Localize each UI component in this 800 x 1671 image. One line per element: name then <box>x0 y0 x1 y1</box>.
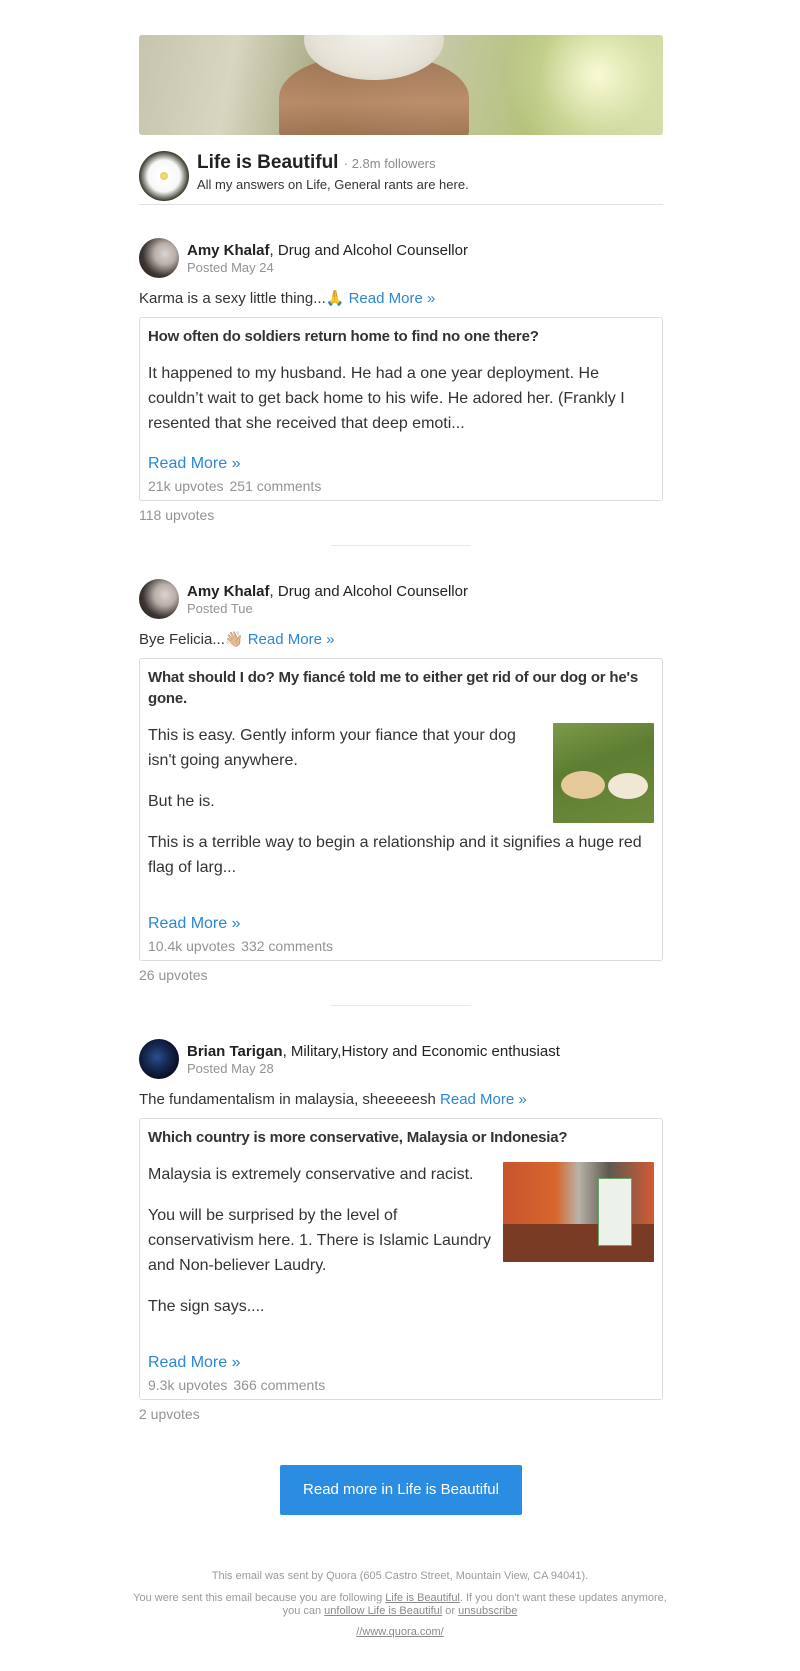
dogs-photo-thumbnail[interactable] <box>553 723 654 823</box>
avatar[interactable] <box>139 238 179 278</box>
read-more-link[interactable]: Read More » <box>148 455 654 473</box>
space-description: All my answers on Life, General rants ar… <box>197 177 469 192</box>
share-upvotes: 26 upvotes <box>139 967 208 983</box>
read-more-in-space-button[interactable]: Read more in Life is Beautiful <box>280 1465 522 1515</box>
teaser-text: The fundamentalism in malaysia, sheeeees… <box>139 1091 436 1108</box>
story-card: Brian Tarigan, Military,History and Econ… <box>139 1039 663 1422</box>
answer-comments: 366 comments <box>233 1377 326 1393</box>
space-avatar[interactable] <box>139 151 189 201</box>
answer-card[interactable]: What should I do? My fiancé told me to e… <box>139 658 663 961</box>
posted-date: Posted May 28 <box>187 1061 274 1076</box>
share-upvotes: 118 upvotes <box>139 507 215 523</box>
posted-date: Posted May 24 <box>187 260 274 275</box>
space-banner-image[interactable] <box>139 35 663 135</box>
answer-body: This is easy. Gently inform your fiance … <box>148 723 654 896</box>
author-row: Amy Khalaf, Drug and Alcohol Counsellor … <box>139 238 663 280</box>
space-header: Life is Beautiful · 2.8m followers All m… <box>139 135 663 205</box>
share-teaser: Bye Felicia...👋🏼 Read More » <box>139 630 663 650</box>
teaser-read-more-link[interactable]: Read More » <box>349 290 436 307</box>
footer-reason-text: You were sent this email because you are… <box>133 1592 386 1604</box>
author-line: Brian Tarigan, Military,History and Econ… <box>187 1043 560 1060</box>
space-title[interactable]: Life is Beautiful · 2.8m followers <box>197 152 436 174</box>
teaser-text: Karma is a sexy little thing...🙏 <box>139 290 345 307</box>
footer-site: //www.quora.com/ <box>130 1626 670 1639</box>
email-content: Life is Beautiful · 2.8m followers All m… <box>139 35 663 1515</box>
answer-upvotes: 10.4k upvotes <box>148 938 236 954</box>
teaser-read-more-link[interactable]: Read More » <box>440 1091 527 1108</box>
question-title[interactable]: What should I do? My fiancé told me to e… <box>148 667 654 709</box>
author-line: Amy Khalaf, Drug and Alcohol Counsellor <box>187 583 468 600</box>
answer-comments: 251 comments <box>229 478 322 494</box>
footer-reason: You were sent this email because you are… <box>130 1592 670 1618</box>
read-more-link[interactable]: Read More » <box>148 1354 654 1372</box>
divider <box>331 1005 471 1006</box>
author-row: Amy Khalaf, Drug and Alcohol Counsellor … <box>139 579 663 621</box>
share-teaser: The fundamentalism in malaysia, sheeeees… <box>139 1090 663 1110</box>
avatar[interactable] <box>139 1039 179 1079</box>
teaser-read-more-link[interactable]: Read More » <box>248 631 335 648</box>
question-title[interactable]: How often do soldiers return home to fin… <box>148 326 654 347</box>
answer-upvotes: 21k upvotes <box>148 478 224 494</box>
answer-comments: 332 comments <box>241 938 333 954</box>
teaser-text: Bye Felicia...👋🏼 <box>139 631 244 648</box>
answer-card[interactable]: Which country is more conservative, Mala… <box>139 1118 663 1400</box>
author-credential: , Drug and Alcohol Counsellor <box>269 583 468 600</box>
answer-paragraph: This is a terrible way to begin a relati… <box>148 834 642 876</box>
footer-space-link[interactable]: Life is Beautiful <box>385 1592 460 1604</box>
author-name[interactable]: Amy Khalaf <box>187 242 270 259</box>
answer-stats: 21k upvotes 251 comments <box>148 478 654 494</box>
answer-card[interactable]: How often do soldiers return home to fin… <box>139 317 663 501</box>
quora-site-link[interactable]: //www.quora.com/ <box>356 1626 443 1638</box>
author-line: Amy Khalaf, Drug and Alcohol Counsellor <box>187 242 468 259</box>
email-footer: This email was sent by Quora (605 Castro… <box>130 1570 670 1639</box>
answer-paragraph: The sign says.... <box>148 1298 265 1315</box>
posted-date: Posted Tue <box>187 601 253 616</box>
unsubscribe-link[interactable]: unsubscribe <box>458 1605 517 1617</box>
divider <box>331 545 471 546</box>
answer-upvotes: 9.3k upvotes <box>148 1377 228 1393</box>
laundry-photo-thumbnail[interactable] <box>503 1162 654 1262</box>
footer-sent-by: This email was sent by Quora (605 Castro… <box>211 1570 589 1582</box>
answer-stats: 9.3k upvotes 366 comments <box>148 1377 654 1393</box>
author-name[interactable]: Brian Tarigan <box>187 1043 283 1060</box>
answer-body: It happened to my husband. He had a one … <box>148 361 654 436</box>
footer-or-text: or <box>442 1605 459 1617</box>
answer-paragraph: It happened to my husband. He had a one … <box>148 365 625 432</box>
share-upvotes: 2 upvotes <box>139 1406 200 1422</box>
read-more-link[interactable]: Read More » <box>148 915 654 933</box>
author-credential: , Drug and Alcohol Counsellor <box>269 242 468 259</box>
answer-stats: 10.4k upvotes 332 comments <box>148 938 654 954</box>
unfollow-link[interactable]: unfollow Life is Beautiful <box>324 1605 442 1617</box>
avatar[interactable] <box>139 579 179 619</box>
space-name[interactable]: Life is Beautiful <box>197 152 338 173</box>
story-card: Amy Khalaf, Drug and Alcohol Counsellor … <box>139 579 663 1006</box>
banner-light <box>499 35 663 135</box>
space-followers: · 2.8m followers <box>343 156 436 171</box>
answer-body: Malaysia is extremely conservative and r… <box>148 1162 654 1335</box>
question-title[interactable]: Which country is more conservative, Mala… <box>148 1127 654 1148</box>
author-credential: , Military,History and Economic enthusia… <box>282 1043 560 1060</box>
author-row: Brian Tarigan, Military,History and Econ… <box>139 1039 663 1081</box>
share-teaser: Karma is a sexy little thing...🙏 Read Mo… <box>139 289 663 309</box>
author-name[interactable]: Amy Khalaf <box>187 583 270 600</box>
story-card: Amy Khalaf, Drug and Alcohol Counsellor … <box>139 238 663 546</box>
